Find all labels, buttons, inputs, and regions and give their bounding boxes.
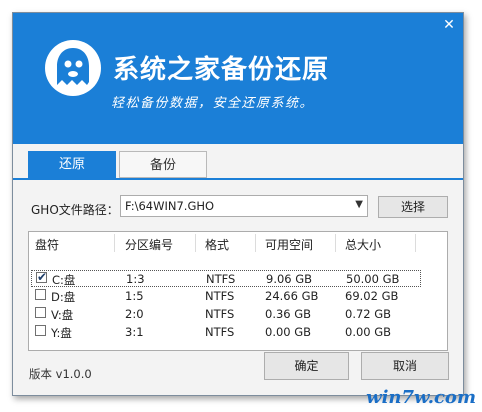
row-checkbox[interactable]	[35, 325, 46, 336]
ghost-icon	[45, 40, 101, 96]
table-row[interactable]: ✔ C:盘 1:3 NTFS 9.06 GB 50.00 GB	[31, 270, 421, 287]
app-subtitle: 轻松备份数据，安全还原系统。	[111, 96, 315, 111]
header-banner: ✕ 系统之家备份还原 轻松备份数据，安全还原系统。	[13, 13, 463, 144]
cell-free: 24.66 GB	[265, 289, 319, 303]
cell-free: 0.00 GB	[265, 325, 312, 339]
partition-table: 盘符 分区编号 格式 可用空间 总大小 ✔ C:盘 1:3 NTFS 9.06 …	[28, 231, 448, 351]
cell-format: NTFS	[205, 289, 235, 303]
cell-free: 9.06 GB	[266, 272, 313, 286]
app-title: 系统之家备份还原	[113, 55, 330, 85]
tab-restore[interactable]: 还原	[28, 151, 116, 178]
browse-button[interactable]: 选择	[378, 196, 448, 218]
cell-partition: 2:0	[125, 307, 144, 321]
cell-partition: 1:5	[125, 289, 144, 303]
cell-total: 69.02 GB	[345, 289, 399, 303]
cell-partition: 1:3	[126, 272, 145, 286]
tab-backup[interactable]: 备份	[119, 151, 207, 178]
cell-total: 50.00 GB	[346, 272, 400, 286]
cell-partition: 3:1	[125, 325, 144, 339]
gho-path-value: F:\64WIN7.GHO	[125, 199, 215, 213]
column-header-format[interactable]: 格式	[205, 236, 229, 253]
cell-free: 0.36 GB	[265, 307, 312, 321]
column-divider	[255, 234, 256, 252]
gho-path-label: GHO文件路径：	[31, 203, 119, 217]
version-label: 版本 v1.0.0	[29, 367, 92, 381]
cell-drive: V:盘	[51, 308, 74, 322]
gho-path-select[interactable]: F:\64WIN7.GHO ▼	[120, 195, 368, 217]
column-divider	[335, 234, 336, 252]
column-header-total[interactable]: 总大小	[345, 236, 381, 253]
column-divider	[195, 234, 196, 252]
column-divider	[114, 234, 115, 252]
row-checkbox[interactable]	[35, 289, 46, 300]
column-header-drive[interactable]: 盘符	[35, 236, 59, 253]
cancel-button[interactable]: 取消	[361, 352, 449, 380]
tab-bar: 还原 备份	[13, 151, 463, 179]
row-checkbox[interactable]	[35, 307, 46, 318]
cell-drive: C:盘	[52, 273, 76, 287]
cell-total: 0.00 GB	[345, 325, 392, 339]
close-icon[interactable]: ✕	[441, 17, 457, 33]
cell-format: NTFS	[206, 272, 236, 286]
watermark-text: win7w.com	[366, 387, 476, 408]
column-header-partition[interactable]: 分区编号	[125, 236, 173, 253]
table-row[interactable]: D:盘 1:5 NTFS 24.66 GB 69.02 GB	[31, 288, 421, 305]
column-divider	[415, 234, 416, 252]
column-header-free[interactable]: 可用空间	[265, 236, 313, 253]
cell-format: NTFS	[205, 325, 235, 339]
check-icon: ✔	[37, 270, 48, 284]
cell-total: 0.72 GB	[345, 307, 392, 321]
table-row[interactable]: Y:盘 3:1 NTFS 0.00 GB 0.00 GB	[31, 324, 421, 341]
cell-drive: Y:盘	[51, 326, 72, 340]
ok-button[interactable]: 确定	[264, 352, 349, 380]
cell-format: NTFS	[205, 307, 235, 321]
backup-restore-window: ✕ 系统之家备份还原 轻松备份数据，安全还原系统。 还原 备份 GHO文件路径：…	[12, 12, 464, 396]
cell-drive: D:盘	[51, 290, 76, 304]
row-checkbox[interactable]: ✔	[36, 270, 48, 284]
chevron-down-icon[interactable]: ▼	[355, 199, 363, 210]
tab-underline	[13, 178, 463, 180]
table-row[interactable]: V:盘 2:0 NTFS 0.36 GB 0.72 GB	[31, 306, 421, 323]
